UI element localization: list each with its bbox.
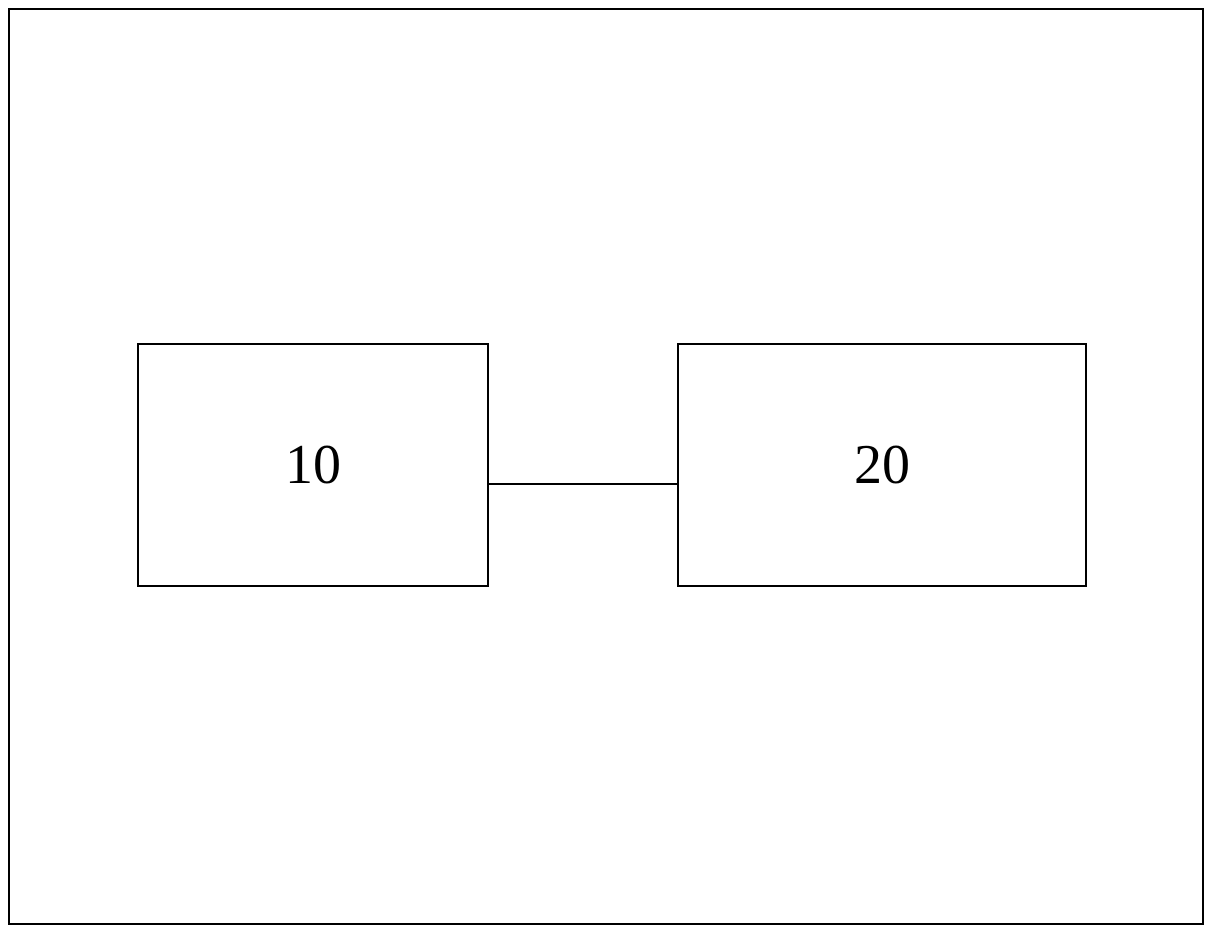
box-20: 20 bbox=[677, 343, 1087, 587]
box-20-label: 20 bbox=[854, 433, 910, 497]
box-10-label: 10 bbox=[285, 433, 341, 497]
connector-line bbox=[489, 483, 677, 485]
box-10: 10 bbox=[137, 343, 489, 587]
diagram-frame: 10 20 bbox=[8, 8, 1204, 925]
